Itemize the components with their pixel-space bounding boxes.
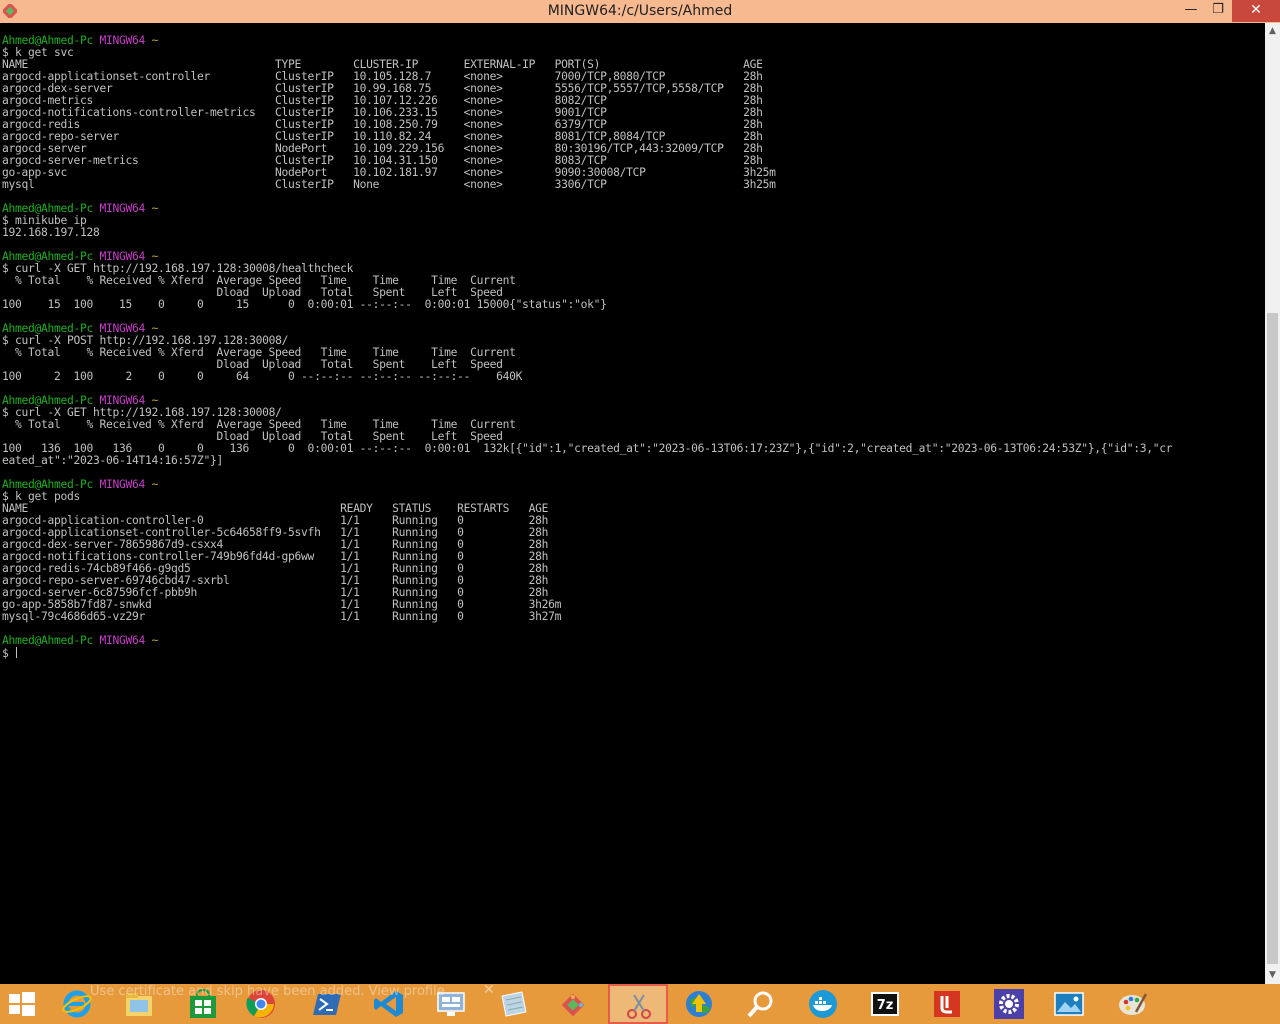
output-line: 192.168.197.128 — [2, 226, 100, 239]
output-line: mysql ClusterIP None <none> 3306/TCP 3h2… — [2, 178, 776, 191]
paint-icon — [1119, 993, 1148, 1015]
search-magnifier-icon — [747, 991, 773, 1018]
taskbar: 7z Use certificate and skip have been ad… — [0, 982, 1280, 1024]
terminal-area[interactable]: Ahmed@Ahmed-Pc MINGW64 ~ $ k get svc NAM… — [0, 23, 1265, 984]
prompt-path: ~ — [151, 202, 159, 215]
idm-globe-icon — [686, 991, 712, 1017]
paint-taskbar-button[interactable] — [1104, 984, 1164, 1024]
idm-globe-taskbar-button[interactable] — [670, 984, 730, 1024]
search-magnifier-taskbar-button[interactable] — [732, 984, 792, 1024]
toast-close-icon[interactable]: ✕ — [483, 982, 495, 998]
prompt-path: ~ — [151, 34, 159, 47]
prompt-shell: MINGW64 — [99, 478, 146, 491]
settings-gear-icon — [994, 989, 1024, 1019]
7zip-taskbar-button[interactable]: 7z — [856, 984, 916, 1024]
windows-start-taskbar-button[interactable] — [0, 984, 53, 1024]
scroll-up-arrow-icon[interactable]: ▲ — [1265, 23, 1280, 40]
acrobat-icon — [934, 991, 960, 1017]
git-bash-taskbar-button[interactable] — [544, 984, 604, 1024]
photos-icon — [1054, 992, 1084, 1016]
output-line: mysql-79c4686d65-vz29r 1/1 Running 0 3h2… — [2, 610, 562, 623]
prompt-path: ~ — [151, 634, 159, 647]
windows-start-icon — [9, 992, 35, 1016]
output-line: 100 15 100 15 0 0 15 0 0:00:01 --:--:-- … — [2, 298, 607, 311]
settings-gear-taskbar-button[interactable] — [980, 984, 1040, 1024]
terminal-output: Ahmed@Ahmed-Pc MINGW64 ~ $ k get svc NAM… — [2, 34, 1173, 660]
notepad-icon — [501, 991, 527, 1017]
photos-taskbar-button[interactable] — [1040, 984, 1100, 1024]
prompt-user-host: Ahmed@Ahmed-Pc — [2, 634, 94, 647]
scroll-thumb[interactable] — [1267, 313, 1278, 964]
scroll-down-arrow-icon[interactable]: ▼ — [1265, 967, 1280, 984]
snipping-tool-taskbar-button[interactable] — [608, 984, 668, 1024]
vertical-scrollbar[interactable]: ▲ ▼ — [1265, 23, 1280, 984]
prompt-symbol: $ — [2, 647, 9, 660]
prompt-shell: MINGW64 — [99, 634, 146, 647]
docker-icon — [809, 990, 837, 1018]
svg-text:7z: 7z — [877, 998, 894, 1013]
minimize-button[interactable]: — — [1178, 0, 1204, 22]
snipping-tool-icon — [627, 994, 651, 1019]
prompt-shell: MINGW64 — [99, 202, 146, 215]
docker-taskbar-button[interactable] — [794, 984, 854, 1024]
7zip-icon: 7z — [871, 992, 899, 1016]
window-title: MINGW64:/c/Users/Ahmed — [547, 3, 733, 19]
text-cursor — [16, 647, 18, 658]
output-line: eated_at":"2023-06-14T14:16:57Z"}] — [2, 454, 224, 467]
maximize-button[interactable]: ❐ — [1205, 0, 1231, 22]
prompt-shell: MINGW64 — [99, 34, 146, 47]
close-button[interactable]: ✕ — [1232, 0, 1280, 22]
notification-toast[interactable]: Use certificate and skip have been added… — [90, 984, 445, 999]
git-bash-icon — [561, 993, 585, 1017]
prompt-path: ~ — [151, 478, 159, 491]
output-line: 100 2 100 2 0 0 64 0 --:--:-- --:--:-- -… — [2, 370, 523, 383]
acrobat-taskbar-button[interactable] — [918, 984, 978, 1024]
internet-explorer-icon — [62, 990, 92, 1018]
title-bar[interactable]: MINGW64:/c/Users/Ahmed — ❐ ✕ — [0, 0, 1280, 23]
